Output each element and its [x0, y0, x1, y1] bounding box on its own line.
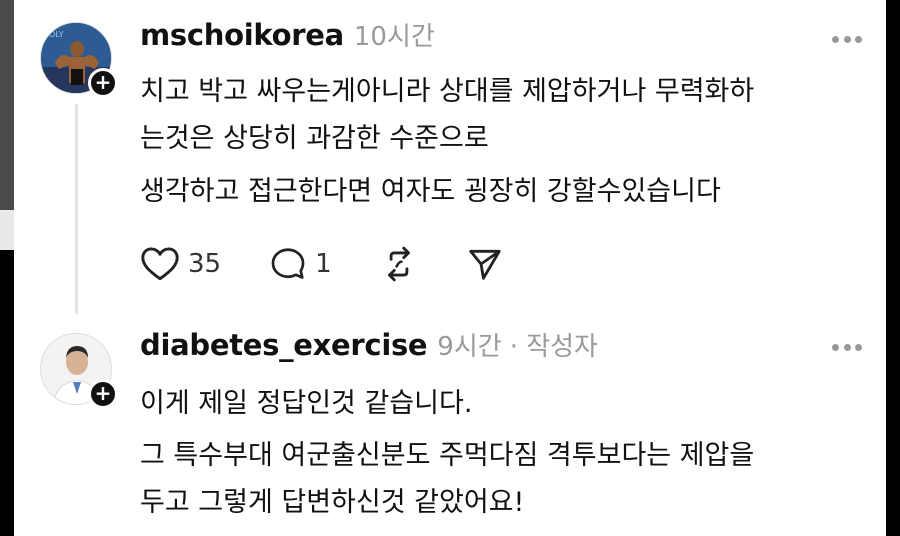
reply-count: 1 — [315, 249, 332, 279]
post-line: 그 특수부대 여군출신분도 주먹다짐 격투보다는 제압을 — [140, 440, 755, 471]
background-shade — [0, 0, 14, 210]
more-icon[interactable] — [832, 344, 862, 354]
repost-button[interactable] — [380, 245, 418, 283]
reply-button[interactable]: 1 — [269, 246, 332, 282]
follow-plus-icon[interactable]: + — [88, 68, 118, 98]
like-button[interactable]: 35 — [140, 246, 221, 282]
post-body: 치고 박고 싸우는게아니라 상대를 제압하거나 무력화하 는것은 상당히 과감한… — [140, 68, 754, 215]
post-line: 는것은 상당히 과감한 수준으로 — [140, 123, 489, 154]
like-count: 35 — [188, 249, 222, 279]
background-shade — [886, 0, 900, 536]
author-badge: · 작성자 — [509, 332, 598, 362]
share-button[interactable] — [466, 245, 504, 283]
comment-icon — [271, 248, 305, 279]
timestamp: 9시간 — [437, 332, 502, 362]
follow-plus-icon[interactable]: + — [88, 379, 118, 409]
thread-card: OLY + mschoikorea 10시간 치고 박고 싸우는게아니라 상대를… — [14, 0, 886, 536]
post-line: 이게 제일 정답인것 같습니다. — [140, 388, 473, 419]
thread-line — [75, 104, 78, 314]
username[interactable]: mschoikorea — [140, 18, 344, 52]
post-line: 두고 그렇게 답변하신것 같았어요! — [140, 487, 525, 518]
post-body: 이게 제일 정답인것 같습니다. 그 특수부대 여군출신분도 주먹다짐 격투보다… — [140, 380, 754, 526]
avatar-container[interactable]: OLY + — [40, 22, 118, 98]
heart-icon — [141, 247, 179, 281]
timestamp: 10시간 — [353, 22, 435, 52]
username[interactable]: diabetes_exercise — [140, 328, 428, 362]
action-bar: 35 1 — [140, 240, 552, 288]
avatar-container[interactable]: + — [40, 333, 118, 409]
post-header: diabetes_exercise 9시간 · 작성자 — [140, 326, 598, 370]
repost-icon — [387, 246, 410, 282]
post-line: 치고 박고 싸우는게아니라 상대를 제압하거나 무력화하 — [140, 76, 755, 107]
svg-text:OLY: OLY — [49, 30, 64, 39]
post-line: 생각하고 접근한다면 여자도 굉장히 강할수있습니다 — [140, 176, 721, 207]
more-icon[interactable] — [832, 36, 862, 46]
send-icon — [468, 249, 501, 280]
background-shade — [0, 210, 14, 250]
post-header: mschoikorea 10시간 — [140, 16, 435, 60]
post: OLY + mschoikorea 10시간 치고 박고 싸우는게아니라 상대를… — [14, 0, 886, 318]
